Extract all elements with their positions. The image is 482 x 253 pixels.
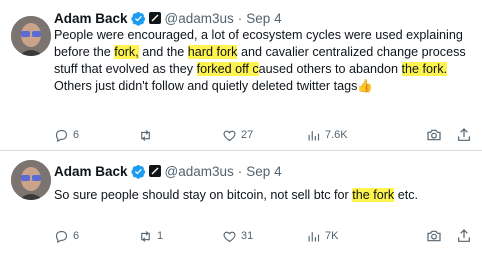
tweet[interactable]: Adam Back @adam3us · Sep 4 People were e… — [0, 0, 482, 151]
reply-button[interactable]: 6 — [54, 229, 138, 244]
views-count: 7.6K — [325, 129, 348, 141]
verified-badge-icon — [130, 11, 145, 26]
like-count: 31 — [241, 230, 254, 242]
like-count: 27 — [241, 129, 254, 141]
avatar[interactable] — [11, 16, 51, 56]
reply-count: 6 — [73, 129, 80, 141]
share-icon[interactable] — [456, 228, 472, 244]
retweet-icon — [141, 129, 150, 141]
views-button[interactable]: 7K — [306, 229, 396, 244]
reply-button[interactable]: 6 — [54, 128, 138, 143]
retweet-button[interactable]: 1 — [138, 229, 222, 244]
highlighted-text: forked off c — [196, 62, 259, 76]
heart-icon — [223, 231, 236, 242]
heart-icon — [223, 130, 236, 141]
reply-count: 6 — [73, 230, 80, 242]
views-count: 7K — [325, 230, 339, 242]
retweet-count: 1 — [157, 230, 164, 242]
verified-badge-icon — [130, 164, 145, 179]
tweet-header: Adam Back @adam3us · Sep 4 — [54, 160, 282, 182]
retweet-icon — [141, 230, 150, 242]
tweet-text: People were encouraged, a lot of ecosyst… — [54, 27, 478, 95]
author-handle[interactable]: @adam3us — [165, 164, 234, 179]
separator-dot: · — [237, 10, 243, 26]
highlighted-text: the fork. — [401, 62, 448, 76]
highlighted-text: hard fork — [187, 45, 238, 59]
tweet-date[interactable]: Sep 4 — [246, 164, 281, 179]
text-segment: etc. — [394, 188, 419, 202]
views-chart-icon — [308, 130, 320, 140]
author-name[interactable]: Adam Back — [54, 164, 128, 179]
affiliate-badge-icon — [148, 165, 161, 177]
tweet[interactable]: Adam Back @adam3us · Sep 4 So sure peopl… — [0, 151, 482, 253]
views-button[interactable]: 7.6K — [306, 128, 396, 143]
like-button[interactable]: 27 — [222, 128, 306, 143]
views-chart-icon — [308, 231, 320, 241]
separator-dot: · — [237, 163, 243, 179]
retweet-button[interactable] — [138, 128, 222, 143]
author-name[interactable]: Adam Back — [54, 11, 128, 26]
action-bar: 6 1 31 7K — [54, 226, 472, 246]
avatar[interactable] — [11, 160, 51, 200]
highlighted-text: the fork — [352, 188, 395, 202]
bookmark-camera-icon[interactable] — [426, 228, 442, 244]
text-segment: So sure people should stay on bitcoin, n… — [54, 188, 353, 202]
text-segment: Others just didn't follow and quietly de… — [54, 79, 374, 93]
reply-icon — [55, 129, 68, 142]
text-segment: and the — [138, 45, 188, 59]
action-bar: 6 27 7.6K — [54, 125, 472, 145]
tweet-date[interactable]: Sep 4 — [246, 11, 281, 26]
bookmark-camera-icon[interactable] — [426, 127, 442, 143]
tweet-header: Adam Back @adam3us · Sep 4 — [54, 7, 282, 29]
reply-icon — [55, 230, 68, 243]
tweet-text: So sure people should stay on bitcoin, n… — [54, 187, 478, 204]
affiliate-badge-icon — [148, 12, 161, 24]
author-handle[interactable]: @adam3us — [165, 11, 234, 26]
like-button[interactable]: 31 — [222, 229, 306, 244]
share-icon[interactable] — [456, 127, 472, 143]
text-segment: aused others to abandon — [258, 62, 402, 76]
highlighted-text: fork, — [114, 45, 139, 59]
